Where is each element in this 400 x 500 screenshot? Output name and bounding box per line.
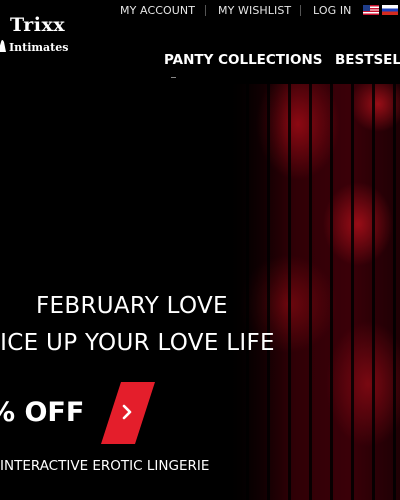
hero-cta-button[interactable] <box>101 382 155 444</box>
hero-tagline: INTERACTIVE EROTIC LINGERIE <box>0 458 210 474</box>
hero-banner[interactable]: FEBRUARY LOVE PICE UP YOUR LOVE LIFE % O… <box>0 0 400 500</box>
nav-item-panty-collections[interactable]: PANTY COLLECTIONS <box>164 52 323 68</box>
nav-active-indicator <box>171 77 176 78</box>
hero-title: FEBRUARY LOVE <box>36 293 228 319</box>
hero-subtitle: PICE UP YOUR LOVE LIFE <box>0 330 275 356</box>
logo-subtitle: Intimates <box>9 41 69 54</box>
nav-item-bestsellers[interactable]: BESTSELL <box>335 52 400 68</box>
my-account-link[interactable]: MY ACCOUNT <box>120 4 195 17</box>
login-link[interactable]: LOG IN <box>313 4 352 17</box>
hero-image-fade <box>228 84 288 500</box>
hero-offer: % OFF <box>0 397 85 428</box>
top-bar-divider <box>300 5 301 16</box>
site-logo[interactable]: Trixx Intimates <box>0 14 80 62</box>
page: FEBRUARY LOVE PICE UP YOUR LOVE LIFE % O… <box>0 0 400 500</box>
my-wishlist-link[interactable]: MY WISHLIST <box>218 4 291 17</box>
flag-us-icon[interactable] <box>363 5 379 15</box>
logo-name: Trixx <box>10 14 66 36</box>
hero-cta-shape <box>101 382 155 444</box>
flag-ru-icon[interactable] <box>382 5 398 15</box>
top-bar-divider <box>205 5 206 16</box>
logo-emblem-icon <box>0 40 6 52</box>
flag-us-canton <box>363 5 370 11</box>
